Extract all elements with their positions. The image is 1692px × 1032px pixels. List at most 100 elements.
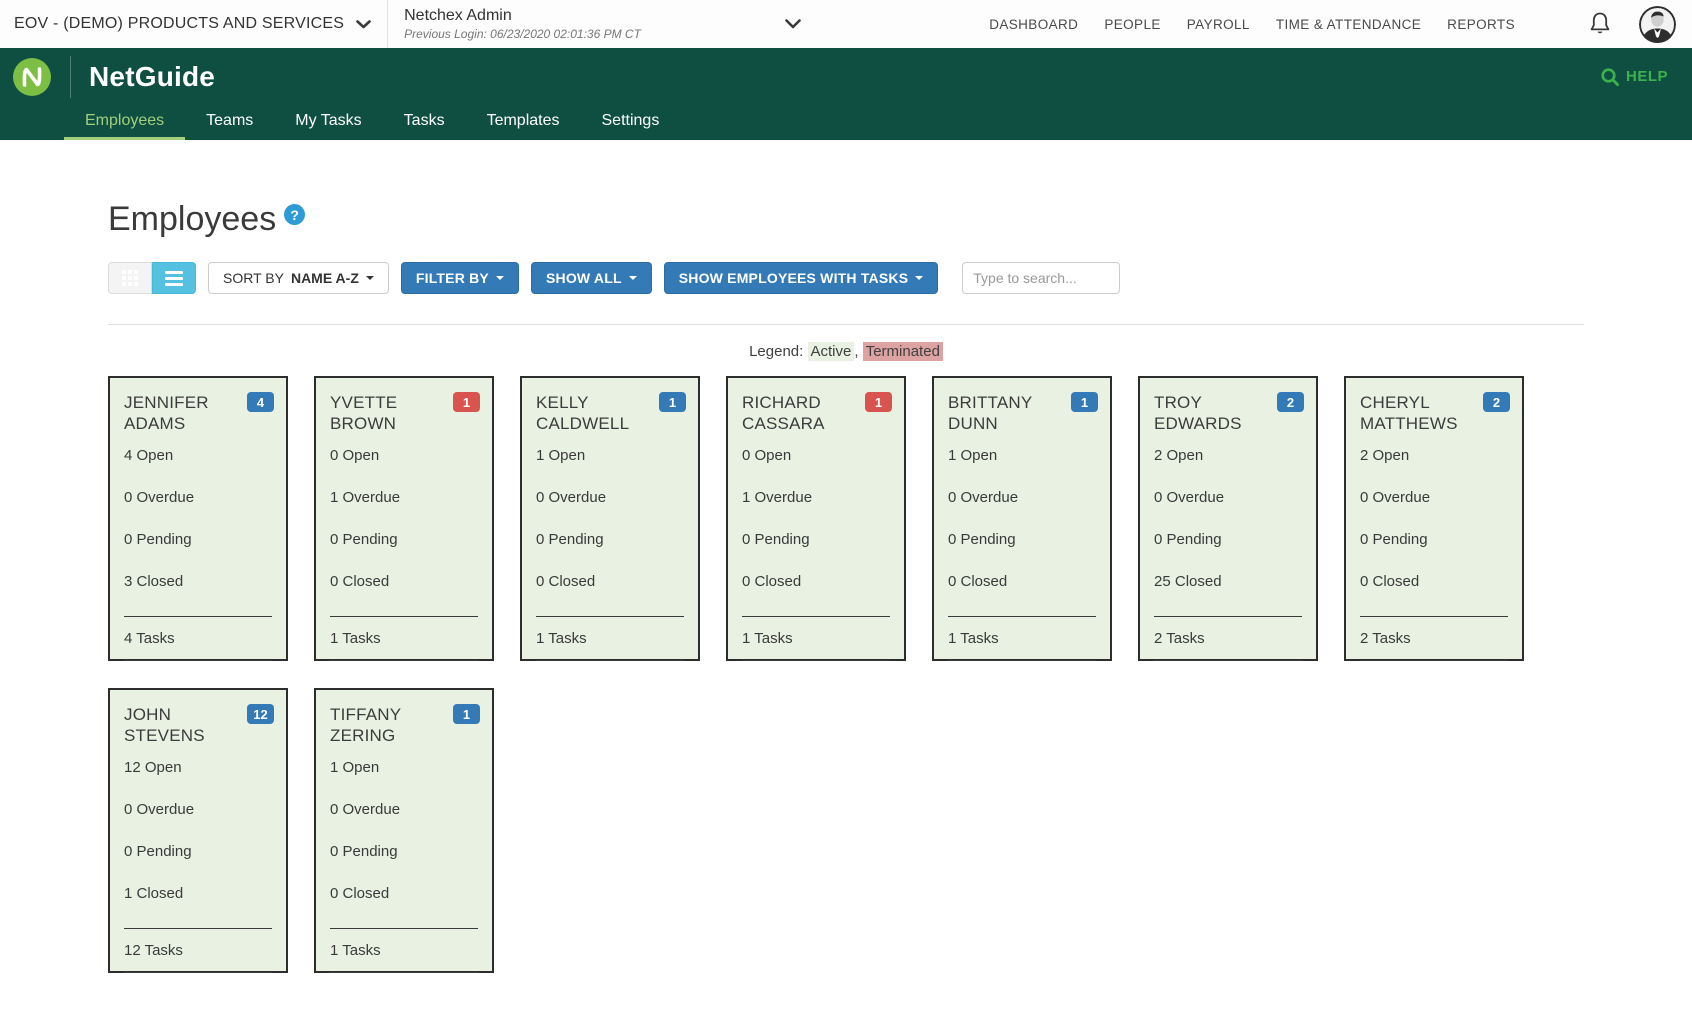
employee-card[interactable]: KELLY CALDWELL 1 1 Open 0 Overdue 0 Pend…	[520, 376, 700, 661]
app-header-top: NetGuide HELP	[0, 48, 1692, 105]
stat-open: 2 Open	[1154, 447, 1204, 464]
legend-terminated-swatch: Terminated	[862, 342, 943, 361]
help-question-icon[interactable]: ?	[284, 204, 306, 225]
stat-open: 0 Open	[742, 447, 792, 464]
sort-by-button[interactable]: SORT BY NAME A-Z	[208, 262, 389, 294]
filter-by-button[interactable]: FILTER BY	[400, 262, 519, 294]
task-count-badge: 1	[453, 392, 480, 412]
stat-tasks: 12 Tasks	[124, 942, 183, 959]
tab-my-tasks[interactable]: My Tasks	[274, 105, 382, 140]
grid-view-button[interactable]	[108, 262, 152, 294]
search-icon	[1601, 67, 1619, 86]
help-link[interactable]: HELP	[1600, 67, 1668, 87]
card-divider	[330, 972, 478, 973]
card-divider	[124, 972, 272, 973]
stat-tasks: 1 Tasks	[330, 630, 381, 647]
stat-pending: 0 Pending	[742, 531, 810, 548]
nav-item-dashboard[interactable]: DASHBOARD	[989, 17, 1078, 32]
app-title: NetGuide	[89, 60, 216, 92]
stat-closed: 0 Closed	[330, 573, 390, 590]
title-row: Employees ?	[108, 200, 1584, 238]
employee-card[interactable]: YVETTE BROWN 1 0 Open 1 Overdue 0 Pendin…	[314, 376, 494, 661]
stat-overdue: 1 Overdue	[742, 489, 813, 506]
card-divider	[124, 928, 272, 929]
filter-by-label: FILTER BY	[415, 270, 489, 286]
tab-tasks[interactable]: Tasks	[383, 105, 466, 140]
employee-card[interactable]: BRITTANY DUNN 1 1 Open 0 Overdue 0 Pendi…	[932, 376, 1112, 661]
tab-templates[interactable]: Templates	[466, 105, 581, 140]
employee-card[interactable]: JENNIFER ADAMS 4 4 Open 0 Overdue 0 Pend…	[108, 376, 288, 661]
stat-open: 1 Open	[536, 447, 586, 464]
card-header: JOHN STEVENS 12	[124, 704, 274, 746]
stat-pending: 0 Pending	[330, 843, 398, 860]
search-input[interactable]	[962, 262, 1121, 294]
card-divider	[1360, 616, 1508, 617]
company-selector[interactable]: EOV - (DEMO) PRODUCTS AND SERVICES	[14, 15, 371, 33]
tab-teams[interactable]: Teams	[185, 105, 274, 140]
employee-name: JOHN STEVENS	[124, 705, 205, 745]
legend-active-swatch: Active	[807, 342, 855, 361]
tab-employees[interactable]: Employees	[64, 105, 186, 140]
list-view-button[interactable]	[152, 262, 196, 294]
nav-item-reports[interactable]: REPORTS	[1447, 17, 1515, 32]
stat-tasks: 1 Tasks	[330, 942, 381, 959]
employee-card[interactable]: JOHN STEVENS 12 12 Open 0 Overdue 0 Pend…	[108, 688, 288, 973]
task-count-badge: 2	[1483, 392, 1510, 412]
employee-name: BRITTANY DUNN	[948, 393, 1033, 433]
employee-card[interactable]: RICHARD CASSARA 1 0 Open 1 Overdue 0 Pen…	[726, 376, 906, 661]
header-divider	[70, 55, 71, 98]
employee-name: TROY EDWARDS	[1154, 393, 1242, 433]
show-employees-with-tasks-button[interactable]: SHOW EMPLOYEES WITH TASKS	[663, 262, 939, 294]
card-divider	[948, 660, 1096, 661]
card-stats: 12 Open 0 Overdue 0 Pending 1 Closed	[124, 760, 274, 901]
card-divider	[536, 660, 684, 661]
stat-closed: 3 Closed	[124, 573, 184, 590]
topbar-divider	[387, 0, 389, 48]
grid-view-icon	[122, 270, 138, 286]
page-title: Employees	[108, 200, 277, 238]
employee-name: YVETTE BROWN	[330, 393, 398, 433]
card-divider	[124, 616, 272, 617]
stat-open: 1 Open	[948, 447, 998, 464]
employee-card[interactable]: CHERYL MATTHEWS 2 2 Open 0 Overdue 0 Pen…	[1344, 376, 1524, 661]
employee-name: RICHARD CASSARA	[742, 393, 825, 433]
card-divider	[742, 616, 890, 617]
sort-by-value: NAME A-Z	[290, 270, 359, 286]
previous-login: Previous Login: 06/23/2020 02:01:36 PM C…	[404, 27, 641, 41]
user-menu[interactable]: Netchex Admin Previous Login: 06/23/2020…	[404, 7, 801, 41]
company-selector-label: EOV - (DEMO) PRODUCTS AND SERVICES	[14, 15, 345, 32]
employee-grid: JENNIFER ADAMS 4 4 Open 0 Overdue 0 Pend…	[108, 376, 1584, 973]
tab-settings[interactable]: Settings	[581, 105, 681, 140]
card-header: KELLY CALDWELL 1	[536, 392, 686, 434]
stat-overdue: 0 Overdue	[1360, 489, 1431, 506]
stat-open: 1 Open	[330, 759, 380, 776]
nav-item-payroll[interactable]: PAYROLL	[1187, 17, 1250, 32]
stat-closed: 0 Closed	[1360, 573, 1420, 590]
stat-tasks: 2 Tasks	[1154, 630, 1205, 647]
nav-item-people[interactable]: PEOPLE	[1104, 17, 1160, 32]
card-header: CHERYL MATTHEWS 2	[1360, 392, 1510, 434]
employee-card[interactable]: TIFFANY ZERING 1 1 Open 0 Overdue 0 Pend…	[314, 688, 494, 973]
legend-prefix: Legend:	[749, 343, 804, 360]
card-stats: 1 Open 0 Overdue 0 Pending 0 Closed	[536, 448, 686, 589]
caret-down-icon	[365, 276, 374, 280]
show-all-button[interactable]: SHOW ALL	[530, 262, 652, 294]
top-nav: DASHBOARD PEOPLE PAYROLL TIME & ATTENDANCE R…	[989, 5, 1676, 43]
sort-by-prefix: SORT BY	[223, 270, 284, 286]
list-view-icon	[165, 270, 183, 286]
employee-card[interactable]: TROY EDWARDS 2 2 Open 0 Overdue 0 Pendin…	[1138, 376, 1318, 661]
stat-closed: 0 Closed	[536, 573, 596, 590]
card-stats: 1 Open 0 Overdue 0 Pending 0 Closed	[948, 448, 1098, 589]
task-count-badge: 1	[659, 392, 686, 412]
nav-item-time-attendance[interactable]: TIME & ATTENDANCE	[1276, 17, 1421, 32]
stat-overdue: 0 Overdue	[124, 801, 195, 818]
user-avatar[interactable]	[1639, 5, 1676, 43]
toolbar-divider	[108, 324, 1584, 325]
stat-closed: 0 Closed	[330, 885, 390, 902]
stat-tasks: 4 Tasks	[124, 630, 175, 647]
card-stats: 1 Open 0 Overdue 0 Pending 0 Closed	[330, 760, 480, 901]
stat-open: 2 Open	[1360, 447, 1410, 464]
card-divider	[124, 660, 272, 661]
stat-closed: 25 Closed	[1154, 573, 1222, 590]
notifications-bell-icon[interactable]	[1587, 10, 1613, 38]
